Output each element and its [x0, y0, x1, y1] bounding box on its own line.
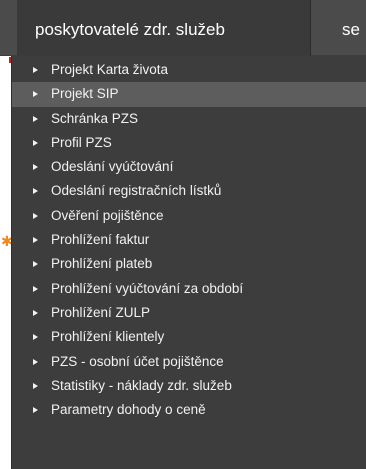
triangle-right-icon: [33, 139, 38, 146]
menu-item-label: Ověření pojištěnce: [51, 207, 164, 223]
menu-item-label: Prohlížení plateb: [51, 256, 153, 272]
menu-item-label: Projekt SIP: [51, 86, 119, 102]
triangle-right-icon: [33, 382, 38, 389]
menu-item-odeslani-registracnich-listku[interactable]: Odeslání registračních lístků: [12, 179, 366, 203]
triangle-right-icon: [33, 261, 38, 268]
triangle-right-icon: [33, 67, 38, 73]
nav-tab-poskytovatele[interactable]: poskytovatelé zdr. služeb: [17, 0, 311, 56]
nav-tab-next[interactable]: se: [342, 0, 366, 56]
menu-item-prohlizeni-zulp[interactable]: Prohlížení ZULP: [12, 301, 366, 325]
menu-item-statistiky-naklady[interactable]: Statistiky - náklady zdr. služeb: [12, 374, 366, 398]
triangle-right-icon: [33, 358, 38, 365]
triangle-right-icon: [33, 285, 38, 292]
triangle-right-icon: [33, 309, 38, 316]
menu-item-odeslani-vyuctovani[interactable]: Odeslání vyúčtování: [12, 155, 366, 179]
menu-item-label: Odeslání registračních lístků: [51, 183, 222, 199]
page-background-edge: [0, 56, 7, 469]
menu-item-label: Statistiky - náklady zdr. služeb: [51, 377, 232, 393]
menu-item-profil-pzs[interactable]: Profil PZS: [12, 131, 366, 155]
top-navigation-bar: poskytovatelé zdr. služeb se: [0, 0, 366, 56]
menu-item-prohlizeni-faktur[interactable]: Prohlížení faktur: [12, 228, 366, 252]
triangle-right-icon: [33, 407, 38, 414]
menu-item-label: Prohlížení faktur: [51, 232, 150, 248]
menu-item-label: Parametry dohody o ceně: [51, 402, 206, 418]
triangle-right-icon: [33, 115, 38, 122]
triangle-right-icon: [33, 212, 38, 219]
dropdown-menu-poskytovatele: Projekt Karta života Projekt SIP Schránk…: [11, 56, 366, 469]
menu-item-prohlizeni-vyuctovani-za-obdobi[interactable]: Prohlížení vyúčtování za období: [12, 277, 366, 301]
triangle-right-icon: [33, 164, 38, 171]
menu-item-projekt-karta-zivota[interactable]: Projekt Karta života: [12, 58, 366, 82]
triangle-right-icon: [33, 188, 38, 195]
menu-item-schranka-pzs[interactable]: Schránka PZS: [12, 107, 366, 131]
triangle-right-icon: [33, 91, 38, 98]
menu-item-projekt-sip[interactable]: Projekt SIP: [12, 82, 366, 107]
menu-item-label: Schránka PZS: [51, 110, 139, 126]
triangle-right-icon: [33, 334, 38, 341]
menu-item-parametry-dohody[interactable]: Parametry dohody o ceně: [12, 398, 366, 422]
menu-item-label: Prohlížení vyúčtování za období: [51, 280, 244, 296]
menu-item-label: Prohlížení klientely: [51, 329, 165, 345]
triangle-right-icon: [33, 237, 38, 244]
menu-item-label: Projekt Karta života: [51, 62, 169, 77]
menu-item-label: PZS - osobní účet pojištěnce: [51, 353, 224, 369]
menu-item-prohlizeni-plateb[interactable]: Prohlížení plateb: [12, 252, 366, 276]
menu-item-label: Profil PZS: [51, 134, 112, 150]
menu-item-overeni-pojistence[interactable]: Ověření pojištěnce: [12, 204, 366, 228]
menu-item-prohlizeni-klientely[interactable]: Prohlížení klientely: [12, 325, 366, 349]
menu-item-label: Odeslání vyúčtování: [51, 159, 174, 175]
menu-item-label: Prohlížení ZULP: [51, 304, 151, 320]
menu-item-pzs-osobni-ucet[interactable]: PZS - osobní účet pojištěnce: [12, 350, 366, 374]
